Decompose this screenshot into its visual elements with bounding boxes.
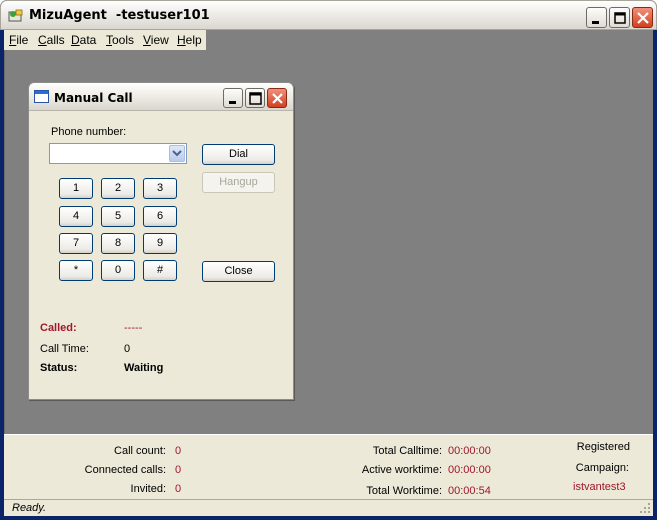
- call-count-value: 0: [175, 445, 182, 457]
- menu-data-mnemonic: D: [71, 33, 80, 47]
- keypad-key-star[interactable]: *: [59, 260, 93, 281]
- keypad-key-4[interactable]: 4: [59, 206, 93, 227]
- menu-data-label: ata: [79, 33, 97, 47]
- keypad-key-2[interactable]: 2: [101, 178, 135, 199]
- menu-view[interactable]: View: [143, 33, 169, 47]
- menu-view-mnemonic: V: [143, 33, 151, 47]
- menu-help-mnemonic: H: [177, 33, 186, 47]
- status-text: Ready.: [12, 502, 47, 514]
- keypad-key-7[interactable]: 7: [59, 233, 93, 254]
- active-worktime-value: 00:00:00: [448, 464, 491, 476]
- resize-grip-icon[interactable]: [639, 502, 651, 514]
- campaign-value: istvantest3: [573, 481, 626, 493]
- close-dialog-button[interactable]: Close: [202, 261, 275, 282]
- menubar: File Calls Data Tools View Help: [4, 30, 653, 50]
- total-calltime-value: 00:00:00: [448, 445, 491, 457]
- close-icon: [637, 12, 649, 24]
- menu-view-label: iew: [150, 33, 169, 47]
- called-label: Called:: [40, 322, 77, 334]
- close-button[interactable]: [632, 7, 653, 28]
- dialog-close-button[interactable]: [267, 88, 287, 108]
- phone-number-combo[interactable]: [49, 143, 187, 164]
- registration-status: Registered: [576, 441, 630, 453]
- active-worktime-label: Active worktime:: [361, 464, 442, 476]
- window-icon: [34, 90, 49, 103]
- phone-number-label: Phone number:: [51, 126, 127, 138]
- keypad-key-hash[interactable]: #: [143, 260, 177, 281]
- minimize-button[interactable]: [586, 7, 607, 28]
- dialog-minimize-button[interactable]: [223, 88, 243, 108]
- menu-strip: File Calls Data Tools View Help: [4, 30, 206, 50]
- total-worktime-label: Total Worktime:: [366, 485, 442, 497]
- keypad-key-9[interactable]: 9: [143, 233, 177, 254]
- maximize-button[interactable]: [609, 7, 630, 28]
- main-titlebar[interactable]: MizuAgent -testuser101: [0, 0, 657, 30]
- menu-data[interactable]: Data: [71, 33, 96, 47]
- close-icon: [272, 93, 283, 104]
- keypad-key-8[interactable]: 8: [101, 233, 135, 254]
- dial-button[interactable]: Dial: [202, 144, 275, 165]
- menu-calls-label: alls: [46, 33, 65, 47]
- minimize-icon: [592, 21, 599, 24]
- dropdown-arrow-icon: [172, 150, 182, 157]
- keypad-key-0[interactable]: 0: [101, 260, 135, 281]
- menu-file[interactable]: File: [9, 33, 28, 47]
- invited-value: 0: [175, 483, 182, 495]
- called-value: -----: [124, 322, 143, 334]
- maximize-icon: [249, 92, 262, 105]
- keypad-key-3[interactable]: 3: [143, 178, 177, 199]
- minimize-icon: [229, 101, 236, 104]
- call-count-label: Call count:: [114, 445, 166, 457]
- chevron-down-icon[interactable]: [169, 145, 185, 162]
- connected-calls-value: 0: [175, 464, 182, 476]
- dialog-titlebar[interactable]: Manual Call: [29, 83, 293, 111]
- campaign-label: Campaign:: [575, 462, 629, 474]
- connected-calls-label: Connected calls:: [84, 464, 166, 476]
- keypad-key-5[interactable]: 5: [101, 206, 135, 227]
- menu-help[interactable]: Help: [177, 33, 202, 47]
- total-worktime-value: 00:00:54: [448, 485, 491, 497]
- hangup-button[interactable]: Hangup: [202, 172, 275, 193]
- menu-tools[interactable]: Tools: [106, 33, 134, 47]
- call-time-value: 0: [124, 343, 131, 355]
- status-value: Waiting: [124, 362, 164, 374]
- total-calltime-label: Total Calltime:: [372, 445, 442, 457]
- main-window: MizuAgent -testuser101 File Calls Data T…: [0, 0, 657, 520]
- maximize-icon: [614, 12, 626, 24]
- menu-tools-label: ools: [112, 33, 135, 47]
- menu-calls[interactable]: Calls: [38, 33, 65, 47]
- menu-calls-mnemonic: C: [38, 33, 47, 47]
- keypad-key-6[interactable]: 6: [143, 206, 177, 227]
- dialog-maximize-button[interactable]: [245, 88, 265, 108]
- keypad-key-1[interactable]: 1: [59, 178, 93, 199]
- dialog-body: Phone number: Dial Hangup Close 1 2 3 4 …: [32, 112, 291, 396]
- menu-help-label: elp: [185, 33, 202, 47]
- window-title: MizuAgent -testuser101: [29, 8, 210, 23]
- menu-file-label: ile: [16, 33, 29, 47]
- invited-label: Invited:: [130, 483, 166, 495]
- status-bar: Ready.: [4, 499, 653, 516]
- app-icon: [8, 9, 23, 22]
- dialog-title: Manual Call: [54, 91, 133, 105]
- call-time-label: Call Time:: [40, 343, 89, 355]
- manual-call-dialog: Manual Call Phone number: Dial Hangup Cl…: [28, 82, 294, 400]
- status-label: Status:: [40, 362, 78, 374]
